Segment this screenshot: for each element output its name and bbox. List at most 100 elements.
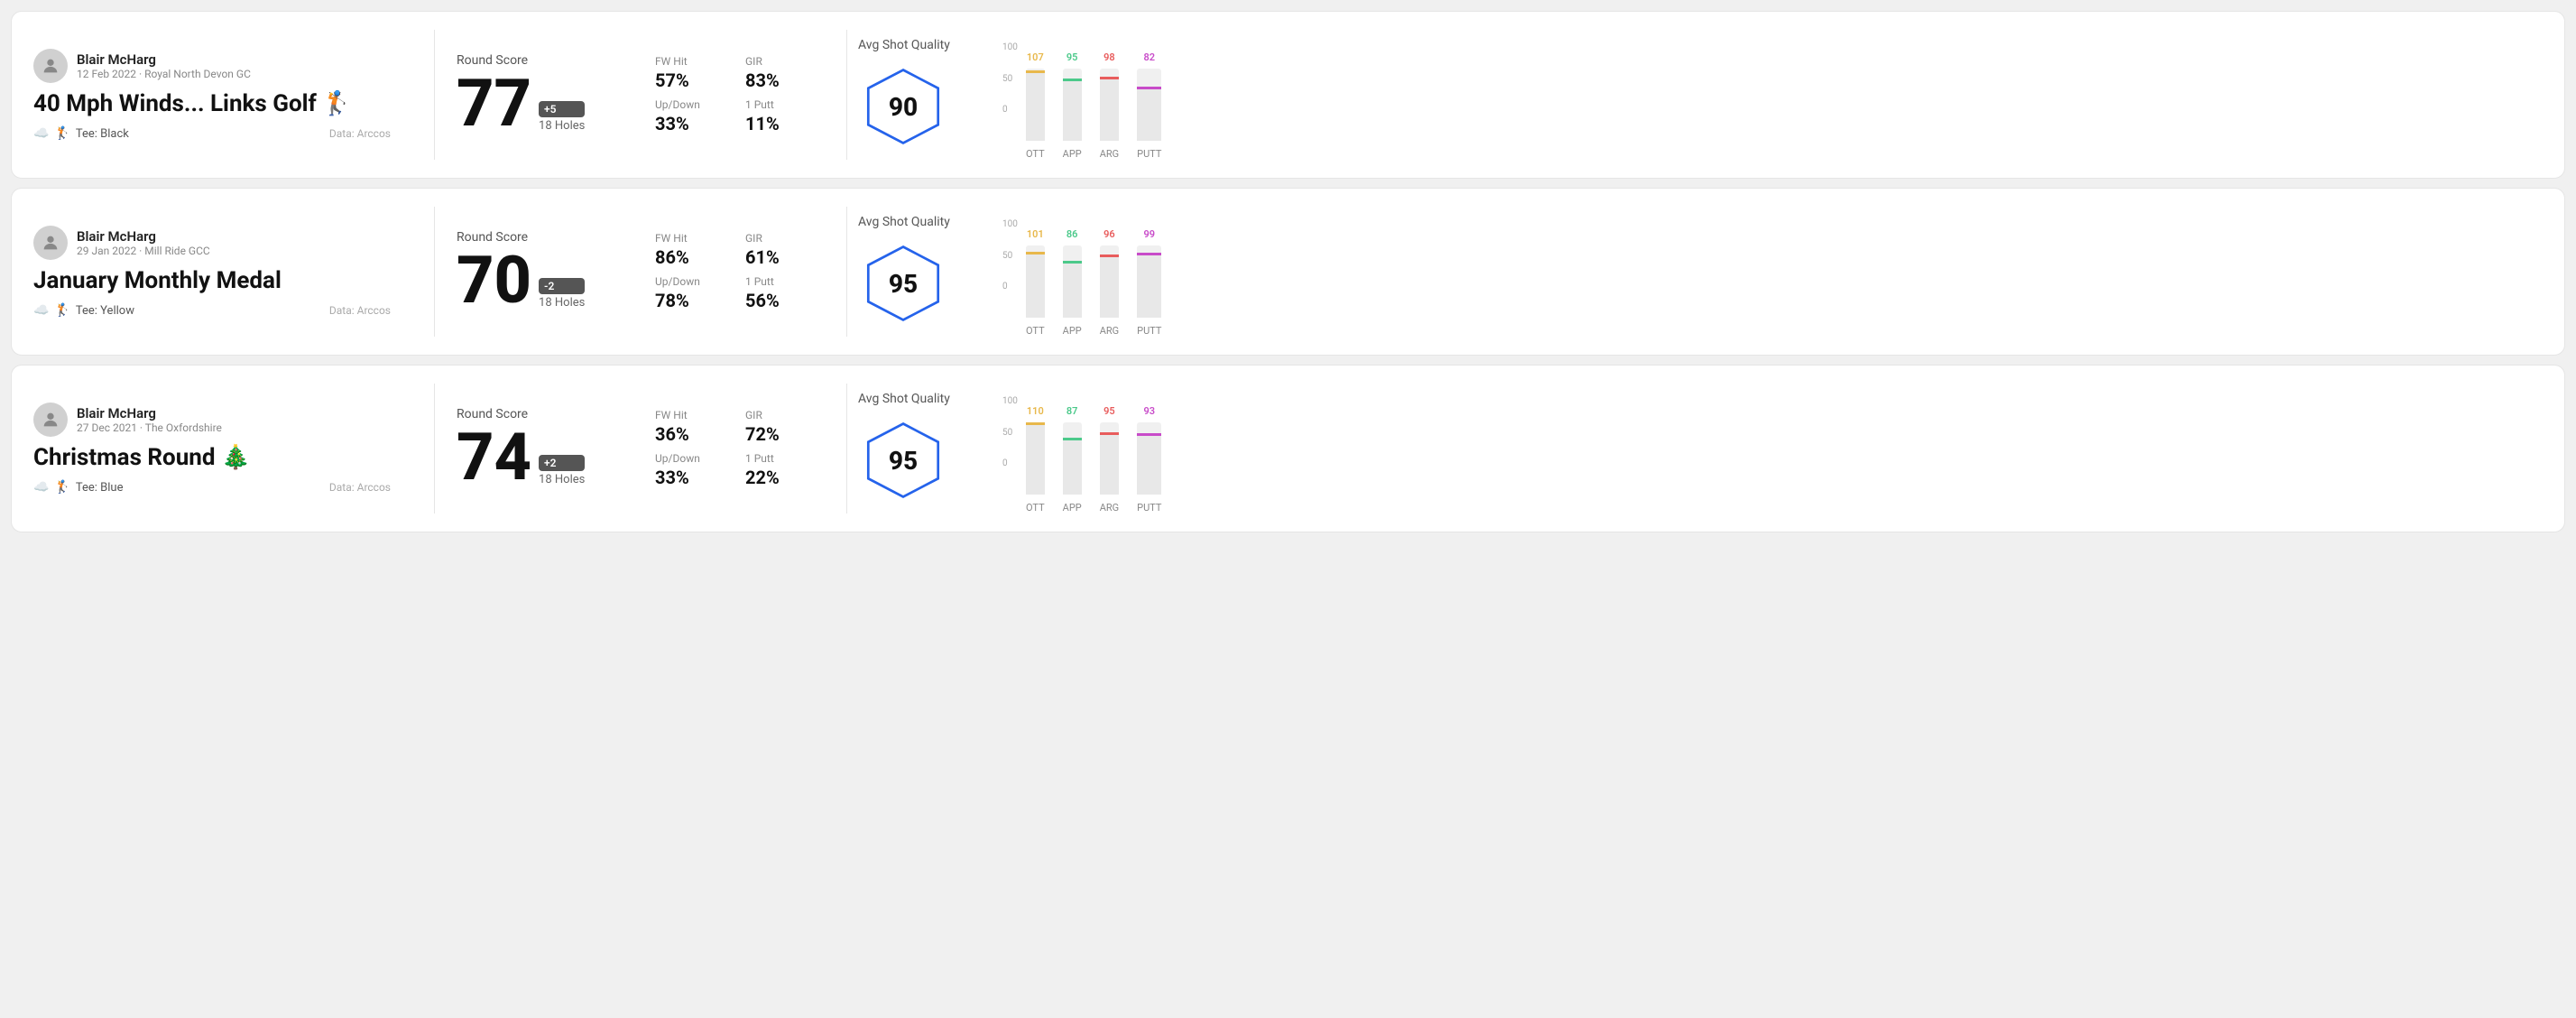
- stat-oneputt: 1 Putt 11%: [745, 98, 817, 134]
- stat-gir: GIR 72%: [745, 409, 817, 445]
- stat-updown: Up/Down 33%: [655, 452, 727, 488]
- round-title: Christmas Round 🎄: [33, 444, 391, 471]
- chart-bar-col: 110 OTT: [1026, 405, 1045, 514]
- chart-bar-col: 93 PUTT: [1137, 405, 1161, 514]
- score-row: 70 -2 18 Holes: [457, 248, 637, 313]
- bar-value: 95: [1066, 51, 1078, 63]
- cloud-icon: ☁️: [33, 480, 49, 495]
- bar-fill: [1026, 252, 1045, 318]
- divider-2: [846, 207, 847, 337]
- avatar: [33, 226, 68, 260]
- updown-value: 33%: [655, 467, 727, 488]
- bar-label: APP: [1063, 502, 1082, 514]
- bar-value: 96: [1103, 228, 1115, 240]
- bar-label: OTT: [1026, 148, 1045, 160]
- bar-value: 110: [1027, 405, 1044, 417]
- quality-score: 90: [889, 92, 918, 122]
- score-badge: +5: [539, 101, 585, 117]
- updown-label: Up/Down: [655, 452, 727, 465]
- bar-label: APP: [1063, 148, 1082, 160]
- gir-label: GIR: [745, 232, 817, 245]
- chart-bar-col: 99 PUTT: [1137, 228, 1161, 337]
- bar-line: [1100, 255, 1119, 257]
- golf-bag-icon: 🏌: [54, 303, 69, 318]
- bar-wrapper: [1063, 245, 1082, 318]
- data-source: Data: Arccos: [329, 304, 391, 317]
- bar-line: [1137, 87, 1161, 89]
- card-footer: ☁️ 🏌 Tee: Black Data: Arccos: [33, 126, 391, 141]
- user-name: Blair McHarg: [77, 51, 251, 68]
- avatar: [33, 49, 68, 83]
- gir-label: GIR: [745, 409, 817, 421]
- user-date: 27 Dec 2021 · The Oxfordshire: [77, 421, 222, 434]
- fw-hit-value: 36%: [655, 423, 727, 445]
- bar-value: 87: [1066, 405, 1078, 417]
- updown-label: Up/Down: [655, 275, 727, 288]
- bar-chart: 101 OTT 86 APP 96: [1026, 219, 1161, 337]
- bar-fill: [1063, 438, 1082, 495]
- stats-grid: FW Hit 57% GIR 83% Up/Down 33% 1 Putt 11…: [655, 55, 817, 134]
- gir-value: 61%: [745, 246, 817, 268]
- bar-line: [1026, 252, 1045, 255]
- bar-fill: [1026, 70, 1045, 141]
- quality-label: Avg Shot Quality: [858, 215, 950, 229]
- stat-fw-hit: FW Hit 86%: [655, 232, 727, 268]
- chart-bar-col: 98 ARG: [1100, 51, 1119, 160]
- tee-info: ☁️ 🏌 Tee: Blue: [33, 480, 123, 495]
- stat-oneputt: 1 Putt 22%: [745, 452, 817, 488]
- bar-value: 107: [1027, 51, 1044, 63]
- round-title: 40 Mph Winds... Links Golf 🏌️: [33, 90, 391, 117]
- avatar: [33, 403, 68, 437]
- chart-bar-col: 87 APP: [1063, 405, 1082, 514]
- user-meta: Blair McHarg 29 Jan 2022 · Mill Ride GCC: [77, 228, 210, 257]
- bar-label: ARG: [1100, 325, 1119, 337]
- score-number: 77: [457, 71, 531, 136]
- score-badge-group: -2 18 Holes: [539, 278, 585, 310]
- oneputt-value: 22%: [745, 467, 817, 488]
- divider-2: [846, 384, 847, 514]
- score-badge-group: +5 18 Holes: [539, 101, 585, 133]
- score-row: 74 +2 18 Holes: [457, 425, 637, 490]
- user-meta: Blair McHarg 12 Feb 2022 · Royal North D…: [77, 51, 251, 80]
- score-section: Round Score 74 +2 18 Holes: [457, 407, 637, 490]
- score-number: 70: [457, 248, 531, 313]
- score-holes: 18 Holes: [539, 296, 585, 310]
- oneputt-label: 1 Putt: [745, 452, 817, 465]
- bar-wrapper: [1026, 422, 1045, 495]
- bar-chart: 110 OTT 87 APP 95: [1026, 396, 1161, 514]
- chart-bar-col: 96 ARG: [1100, 228, 1119, 337]
- bar-label: OTT: [1026, 502, 1045, 514]
- tee-label: Tee: Yellow: [76, 304, 134, 318]
- fw-hit-value: 86%: [655, 246, 727, 268]
- divider-1: [434, 207, 435, 337]
- score-section: Round Score 70 -2 18 Holes: [457, 230, 637, 313]
- left-section: Blair McHarg 27 Dec 2021 · The Oxfordshi…: [33, 403, 412, 495]
- stat-gir: GIR 61%: [745, 232, 817, 268]
- bar-fill: [1137, 87, 1161, 141]
- tee-info: ☁️ 🏌 Tee: Black: [33, 126, 129, 141]
- bar-label: ARG: [1100, 148, 1119, 160]
- bar-fill: [1100, 77, 1119, 141]
- stats-section: FW Hit 86% GIR 61% Up/Down 78% 1 Putt 56…: [637, 232, 836, 311]
- stats-section: FW Hit 36% GIR 72% Up/Down 33% 1 Putt 22…: [637, 409, 836, 488]
- bar-fill: [1063, 261, 1082, 318]
- bar-line: [1063, 79, 1082, 81]
- fw-hit-label: FW Hit: [655, 55, 727, 68]
- bar-chart: 107 OTT 95 APP 98: [1026, 42, 1161, 160]
- user-date: 29 Jan 2022 · Mill Ride GCC: [77, 245, 210, 257]
- bar-label: APP: [1063, 325, 1082, 337]
- chart-section: 100 50 0 101 OTT 86: [984, 207, 2543, 337]
- score-holes: 18 Holes: [539, 473, 585, 486]
- chart-bar-col: 95 APP: [1063, 51, 1082, 160]
- y-axis-labels: 100 50 0: [1002, 219, 1018, 292]
- user-name: Blair McHarg: [77, 228, 210, 245]
- round-title: January Monthly Medal: [33, 267, 391, 294]
- oneputt-value: 11%: [745, 113, 817, 134]
- card-footer: ☁️ 🏌 Tee: Blue Data: Arccos: [33, 480, 391, 495]
- user-info: Blair McHarg 12 Feb 2022 · Royal North D…: [33, 49, 391, 83]
- bar-value: 82: [1144, 51, 1156, 63]
- bar-wrapper: [1063, 69, 1082, 141]
- round-card: Blair McHarg 27 Dec 2021 · The Oxfordshi…: [11, 365, 2565, 532]
- hexagon-container: 95: [858, 415, 948, 505]
- fw-hit-label: FW Hit: [655, 409, 727, 421]
